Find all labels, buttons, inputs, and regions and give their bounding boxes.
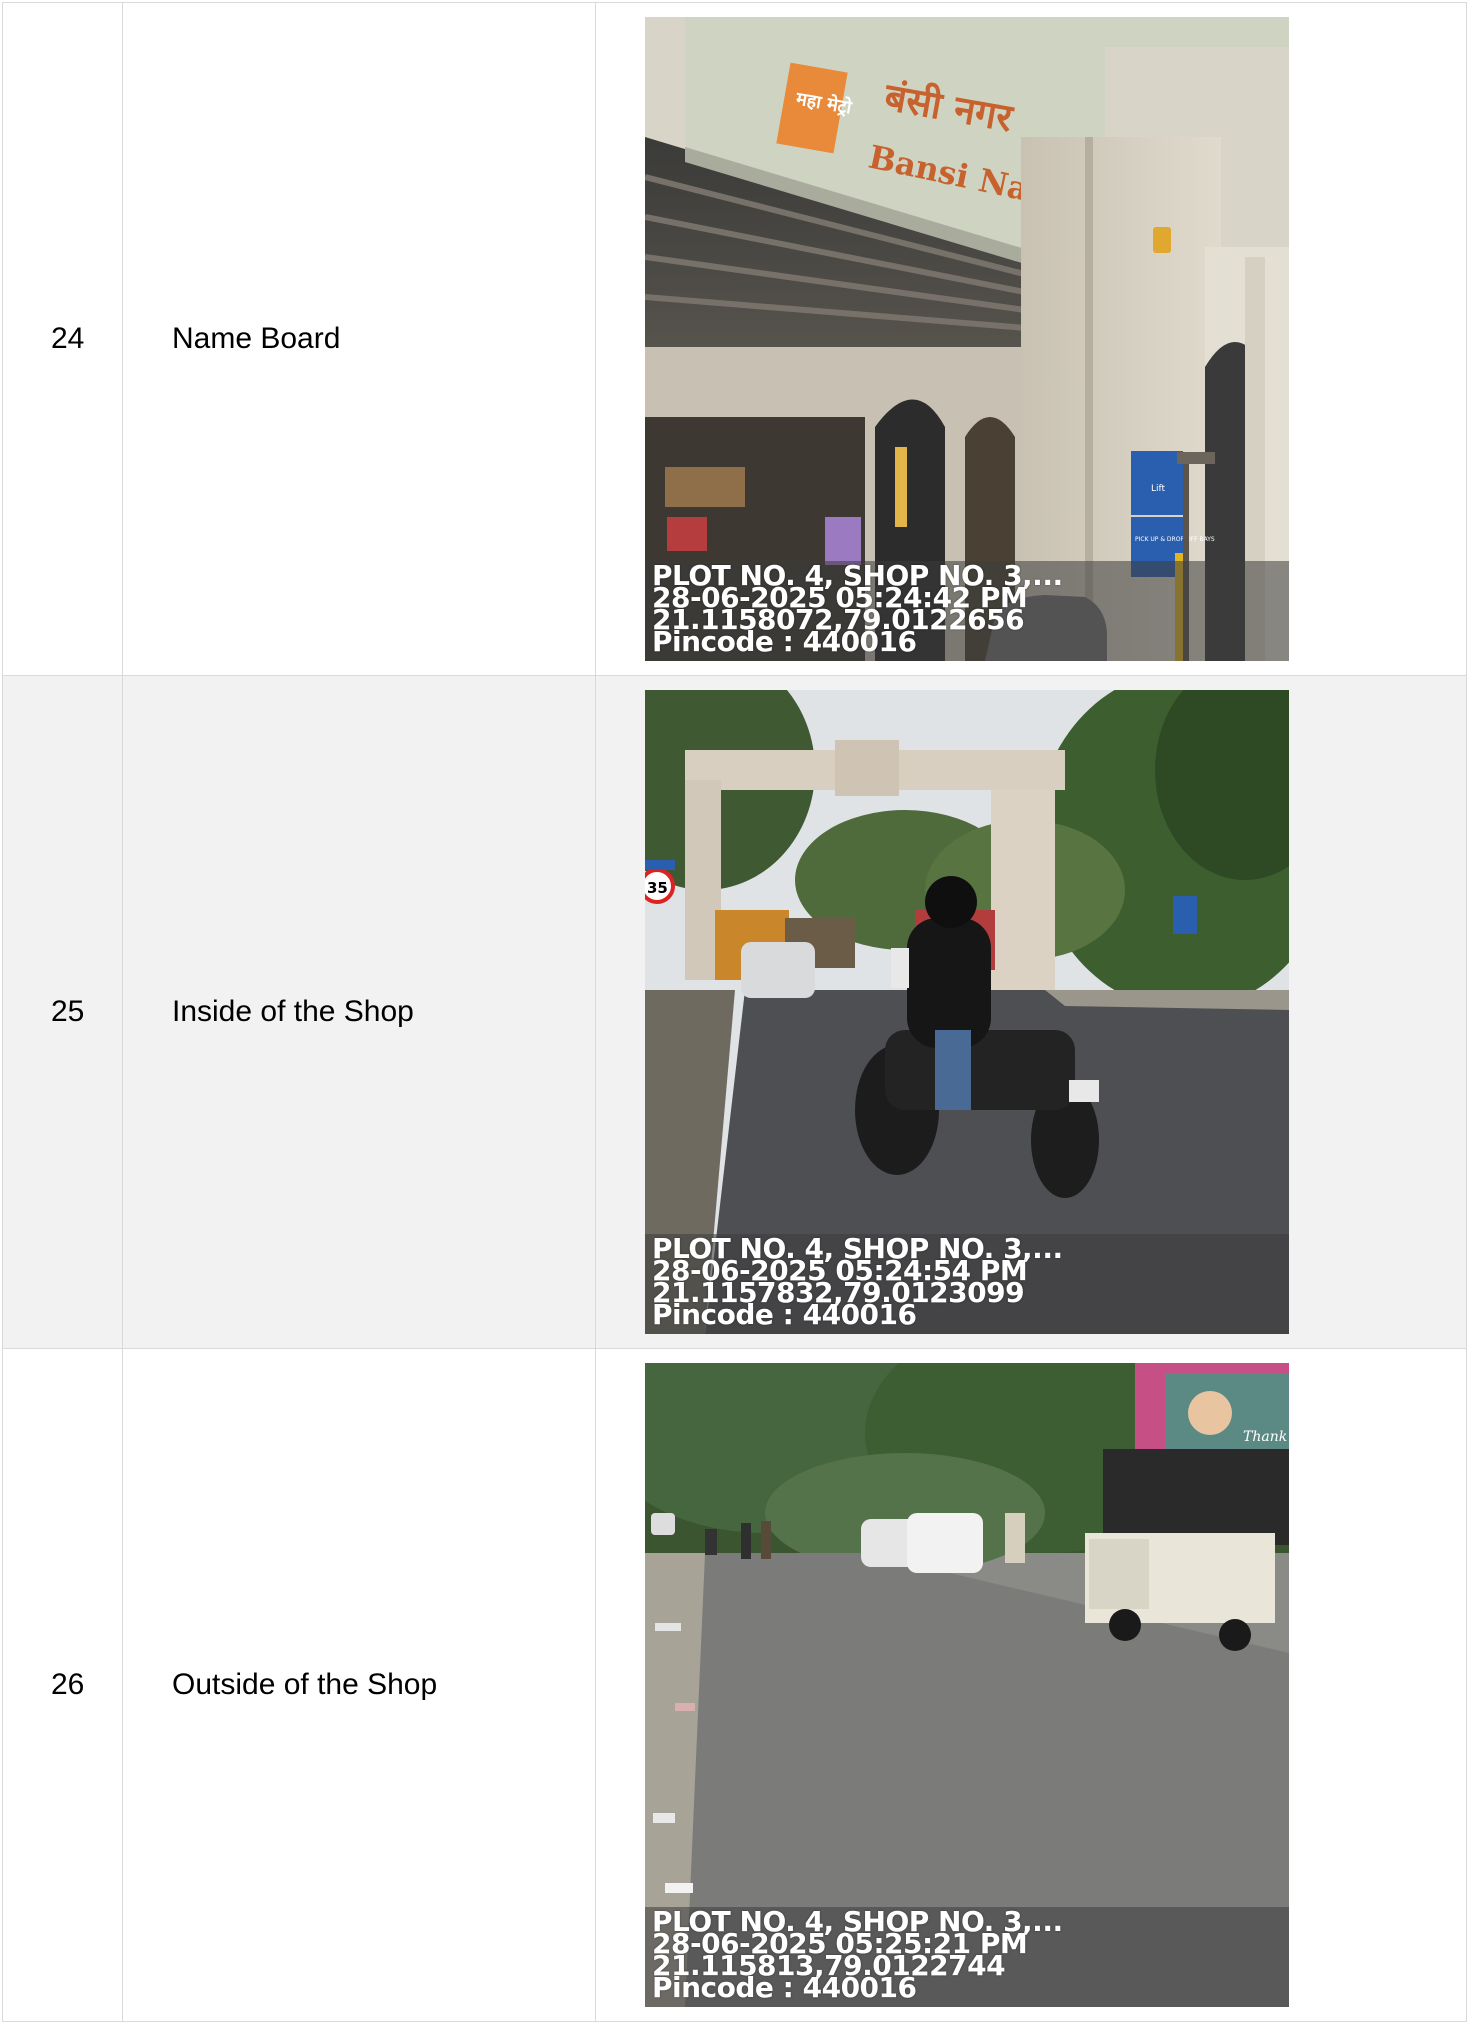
serial-number: 24 [2, 2, 123, 676]
photo-cell: Thank PLOT NO. 4, SHOP NO. 3,... 28-06-2… [595, 1348, 1467, 2022]
table-row: 24 Name Board महा मेट्रो बंसी नगर Bansi … [2, 2, 1467, 676]
serial-number: 25 [2, 675, 123, 1349]
inside-shop-photo: 35 PLOT NO. 4, SHOP NO. 3,... 28-06-2025… [645, 690, 1289, 1334]
table-row: 25 Inside of the Shop 35 PLOT NO. 4, SHO… [2, 675, 1467, 1349]
outside-shop-photo: Thank PLOT NO. 4, SHOP NO. 3,... 28-06-2… [645, 1363, 1289, 2007]
pickup-sign-text: PICK UP & DROP OFF BAYS [1135, 536, 1215, 543]
billboard-text: Thank [1243, 1429, 1287, 1445]
photo-report-table: 24 Name Board महा मेट्रो बंसी नगर Bansi … [2, 2, 1467, 2022]
photo-label: Outside of the Shop [122, 1348, 596, 2022]
photo-cell: 35 PLOT NO. 4, SHOP NO. 3,... 28-06-2025… [595, 675, 1467, 1349]
name-board-photo: महा मेट्रो बंसी नगर Bansi Nagar Lift PIC… [645, 17, 1289, 661]
geo-stamp: PLOT NO. 4, SHOP NO. 3,... 28-06-2025 05… [645, 561, 1289, 661]
geo-stamp: PLOT NO. 4, SHOP NO. 3,... 28-06-2025 05… [645, 1234, 1289, 1334]
lift-sign-text: Lift [1151, 484, 1166, 494]
serial-number: 26 [2, 1348, 123, 2022]
photo-label: Inside of the Shop [122, 675, 596, 1349]
photo-cell: महा मेट्रो बंसी नगर Bansi Nagar Lift PIC… [595, 2, 1467, 676]
speed-limit-text: 35 [647, 879, 668, 897]
table-row: 26 Outside of the Shop Thank PLOT NO. 4,… [2, 1348, 1467, 2022]
geo-stamp: PLOT NO. 4, SHOP NO. 3,... 28-06-2025 05… [645, 1907, 1289, 2007]
photo-label: Name Board [122, 2, 596, 676]
